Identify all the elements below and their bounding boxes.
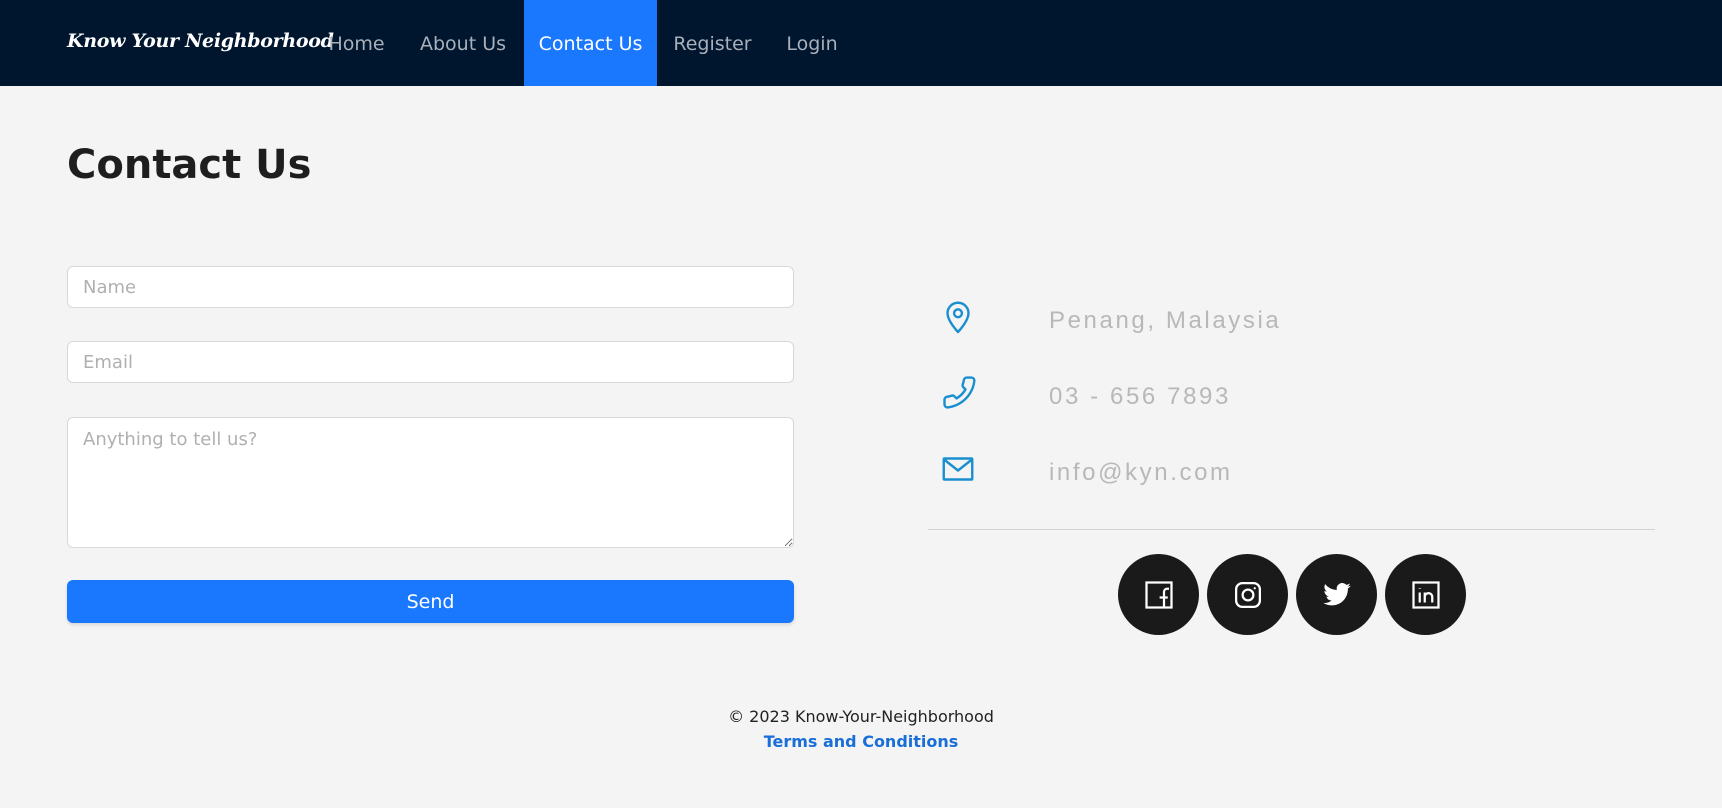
nav-item-register[interactable]: Register bbox=[657, 0, 768, 86]
nav-item-contact-us[interactable]: Contact Us bbox=[524, 0, 657, 86]
phone-text: 03 - 656 7893 bbox=[1049, 383, 1231, 410]
email-text: info@kyn.com bbox=[1049, 459, 1233, 486]
brand-logo[interactable]: Know Your Neighborhood bbox=[67, 30, 334, 52]
send-button[interactable]: Send bbox=[67, 580, 794, 623]
location-pin-icon bbox=[940, 299, 976, 335]
instagram-button[interactable] bbox=[1207, 554, 1288, 635]
name-input[interactable] bbox=[67, 266, 794, 308]
twitter-button[interactable] bbox=[1296, 554, 1377, 635]
nav-item-home[interactable]: Home bbox=[311, 0, 402, 86]
twitter-icon bbox=[1322, 582, 1351, 605]
linkedin-button[interactable] bbox=[1385, 554, 1466, 635]
divider bbox=[928, 529, 1655, 530]
linkedin-icon bbox=[1411, 580, 1440, 609]
location-text: Penang, Malaysia bbox=[1049, 307, 1282, 334]
nav-item-about-us[interactable]: About Us bbox=[402, 0, 524, 86]
terms-link[interactable]: Terms and Conditions bbox=[0, 732, 1722, 751]
email-input[interactable] bbox=[67, 341, 794, 383]
message-textarea[interactable] bbox=[67, 417, 794, 548]
facebook-icon bbox=[1144, 580, 1173, 609]
mail-icon bbox=[940, 451, 976, 487]
top-navbar: Know Your Neighborhood Home About Us Con… bbox=[0, 0, 1722, 86]
nav-item-login[interactable]: Login bbox=[768, 0, 856, 86]
phone-icon bbox=[940, 375, 976, 411]
instagram-icon bbox=[1234, 581, 1261, 608]
copyright-text: © 2023 Know-Your-Neighborhood bbox=[728, 707, 994, 726]
page-title: Contact Us bbox=[67, 142, 312, 188]
facebook-button[interactable] bbox=[1118, 554, 1199, 635]
